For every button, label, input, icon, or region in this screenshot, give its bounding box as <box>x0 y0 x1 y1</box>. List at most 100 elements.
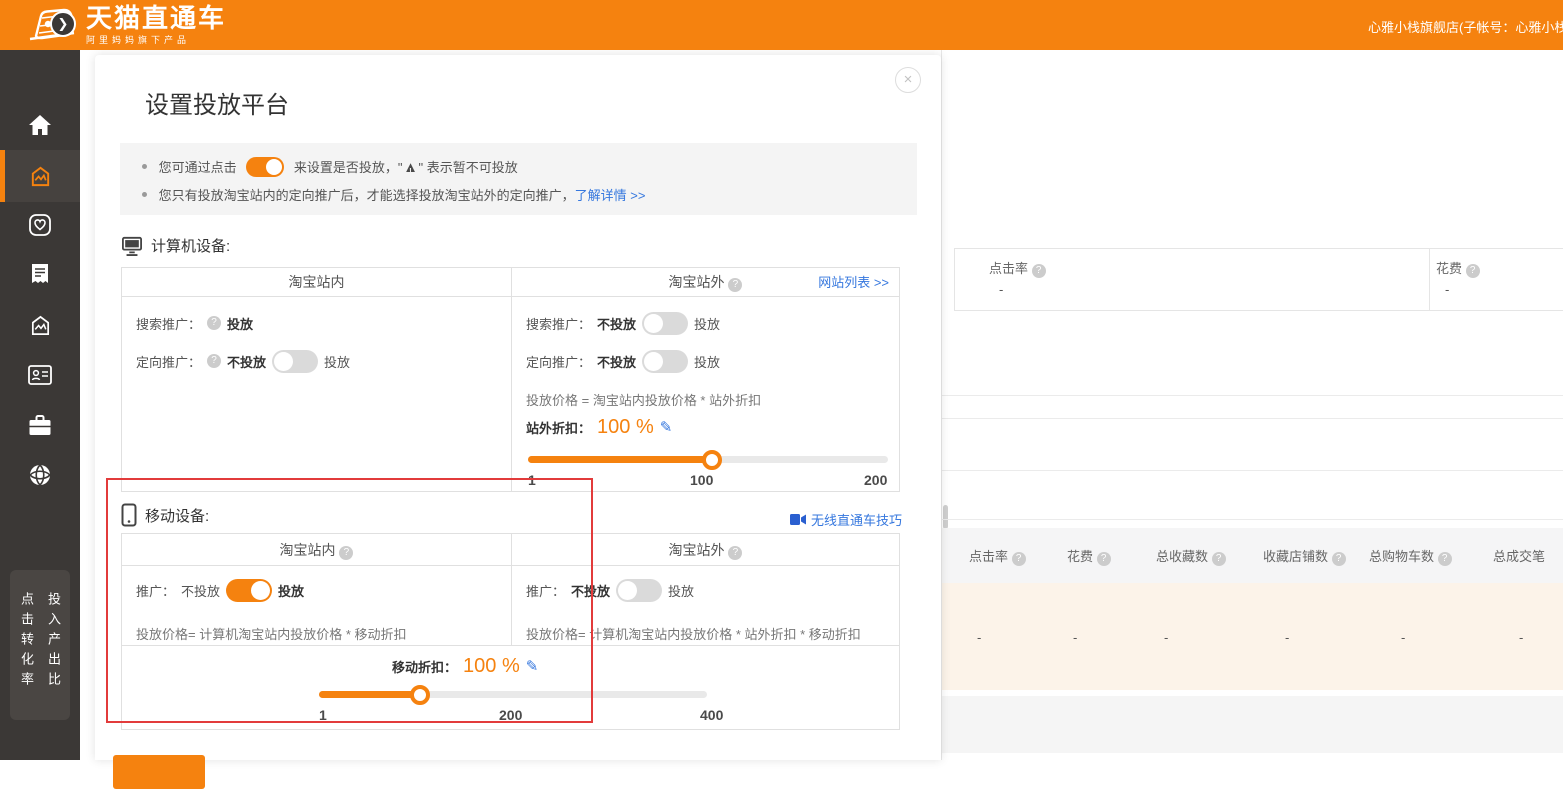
scrollbar-thumb[interactable] <box>943 505 948 529</box>
promo-toggle[interactable] <box>616 579 662 602</box>
promo-off-label: 不投放 <box>571 581 610 600</box>
search-promo-label: 搜索推广： <box>136 314 201 333</box>
mobile-platform-table: 淘宝站内 ? 淘宝站外 ? 推广： 不投放 投放 投放价格= 计算机淘宝站内投放… <box>121 533 900 730</box>
help-icon[interactable]: ? <box>1438 552 1452 566</box>
account-name[interactable]: 心雅小栈旗舰店(子帐号：心雅小栈 <box>1368 17 1563 36</box>
help-icon[interactable]: ? <box>1466 264 1480 278</box>
target-promo-on-label: 投放 <box>324 352 350 371</box>
metric-click-conversion[interactable]: 点击转化率 <box>17 592 36 720</box>
slider-min-label: 1 <box>319 707 327 723</box>
table-row[interactable]: - - - - - - <box>942 583 1563 690</box>
sample-toggle <box>246 157 284 177</box>
help-icon[interactable]: ? <box>1332 552 1346 566</box>
stat-clickrate-label: 点击率 <box>989 261 1028 276</box>
mobile-discount: 移动折扣： 100 % ✎ <box>392 654 538 678</box>
target-promo-toggle[interactable] <box>642 350 688 373</box>
help-icon[interactable]: ? <box>728 546 742 560</box>
search-promo-toggle[interactable] <box>642 312 688 335</box>
computer-taobao-out-cell: 搜索推广： 不投放 投放 定向推广： 不投放 投放 投放价格 = 淘宝站内投放价… <box>512 297 899 491</box>
confirm-button[interactable] <box>113 755 205 789</box>
promo-on-label: 投放 <box>668 581 694 600</box>
target-promo-off-label: 不投放 <box>597 352 636 371</box>
sidebar-item-reports[interactable] <box>0 253 80 297</box>
computer-platform-table: 淘宝站内 淘宝站外 ? 网站列表 >> 搜索推广： ? 投放 定向推广： ? 不… <box>121 267 900 492</box>
warning-icon: ▲! <box>403 156 419 180</box>
heart-icon <box>28 213 52 237</box>
help-icon[interactable]: ? <box>1097 552 1111 566</box>
top-header: 天猫直通车 阿里妈妈旗下产品 心雅小栈旗舰店(子帐号：心雅小栈 <box>0 0 1563 50</box>
sidebar-item-help[interactable] <box>0 453 80 497</box>
col-header-taobao-out: 淘宝站外 ? <box>512 534 899 565</box>
help-icon[interactable]: ? <box>728 278 742 292</box>
mobile-section-title: 移动设备: <box>121 503 209 527</box>
col-header-taobao-in: 淘宝站内 <box>122 268 512 296</box>
slider-mid-label: 200 <box>499 707 522 723</box>
offsite-discount-label: 站外折扣： <box>526 418 591 437</box>
help-icon[interactable]: ? <box>1012 552 1026 566</box>
promo-label: 推广： <box>136 581 175 600</box>
toggle-knob <box>266 159 282 175</box>
website-list-link[interactable]: 网站列表 >> <box>818 268 889 297</box>
wireless-tips-link[interactable]: 无线直通车技巧 <box>790 510 902 529</box>
help-icon[interactable]: ? <box>207 316 221 330</box>
sidebar-item-tools[interactable] <box>0 403 80 447</box>
slider-mid-label: 100 <box>690 472 713 488</box>
picture-icon <box>29 314 52 337</box>
mobile-taobao-in-cell: 推广： 不投放 投放 投放价格= 计算机淘宝站内投放价格 * 移动折扣 <box>122 566 512 645</box>
edit-pencil-icon[interactable]: ✎ <box>526 657 539 675</box>
stat-clickrate-value: - <box>999 282 1003 297</box>
col-header-label: 淘宝站外 <box>669 274 725 290</box>
notice-text: " 表示暂不可投放 <box>419 160 518 175</box>
campaign-icon <box>29 165 52 188</box>
bullet-icon <box>142 164 147 169</box>
promo-label: 推广： <box>526 581 565 600</box>
mobile-discount-row: 移动折扣： 100 % ✎ 1 200 400 <box>122 646 899 729</box>
computer-icon <box>121 236 143 256</box>
slider-handle[interactable] <box>702 450 722 470</box>
mobile-icon <box>121 503 137 527</box>
id-card-icon <box>28 365 52 385</box>
sidebar-expand-icon[interactable]: ❯ <box>50 11 76 37</box>
promo-row: 推广： 不投放 投放 <box>136 578 304 602</box>
promo-off-label: 不投放 <box>181 581 220 600</box>
sidebar-item-creative[interactable] <box>0 303 80 347</box>
slider-handle[interactable] <box>410 685 430 705</box>
cell-value: - <box>1164 630 1168 645</box>
home-icon <box>28 114 52 136</box>
help-icon[interactable]: ? <box>339 546 353 560</box>
mobile-discount-slider[interactable] <box>319 684 707 704</box>
sidebar-item-home[interactable] <box>0 103 80 147</box>
edit-pencil-icon[interactable]: ✎ <box>660 418 673 436</box>
col-header: 点击率 <box>969 549 1008 564</box>
mobile-discount-value: 100 % <box>463 655 520 678</box>
sphere-icon <box>28 463 52 487</box>
close-icon[interactable]: × <box>895 67 921 93</box>
cell-value: - <box>1401 630 1405 645</box>
notice-text: 来设置是否投放，" <box>294 160 403 175</box>
metrics-panel: 点击转化率 投入产出比 <box>10 570 70 720</box>
dialog-title: 设置投放平台 <box>145 85 289 120</box>
toggle-knob <box>644 314 663 333</box>
search-promo-off-label: 不投放 <box>597 314 636 333</box>
promo-toggle[interactable] <box>226 579 272 602</box>
notice-line-2: 您只有投放淘宝站内的定向推广后，才能选择投放淘宝站外的定向推广，了解详情 >> <box>142 184 917 208</box>
price-formula: 投放价格= 计算机淘宝站内投放价格 * 移动折扣 <box>136 621 407 645</box>
help-icon[interactable]: ? <box>1032 264 1046 278</box>
offsite-discount-slider[interactable] <box>528 449 888 469</box>
sidebar-item-campaign-active[interactable] <box>0 150 80 202</box>
mobile-taobao-out-cell: 推广： 不投放 投放 投放价格= 计算机淘宝站内投放价格 * 站外折扣 * 移动… <box>512 566 899 645</box>
col-header: 收藏店铺数 <box>1263 549 1328 564</box>
background-report-panel: 点击率 ? - 花费 ? - 点击率 ? 花费 ? 总收藏数 ? 收藏店铺数 ?… <box>941 50 1563 760</box>
sidebar-item-favorites[interactable] <box>0 203 80 247</box>
mobile-section-label: 移动设备: <box>145 505 209 526</box>
offsite-discount-row: 站外折扣： 100 % ✎ <box>526 415 672 439</box>
sidebar-item-account[interactable] <box>0 353 80 397</box>
target-promo-toggle[interactable] <box>272 350 318 373</box>
metric-roi[interactable]: 投入产出比 <box>44 592 63 720</box>
learn-more-link[interactable]: 了解详情 >> <box>575 188 646 203</box>
cell-value: - <box>977 630 981 645</box>
help-icon[interactable]: ? <box>207 354 221 368</box>
bullet-icon <box>142 192 147 197</box>
video-icon <box>790 514 806 525</box>
help-icon[interactable]: ? <box>1212 552 1226 566</box>
